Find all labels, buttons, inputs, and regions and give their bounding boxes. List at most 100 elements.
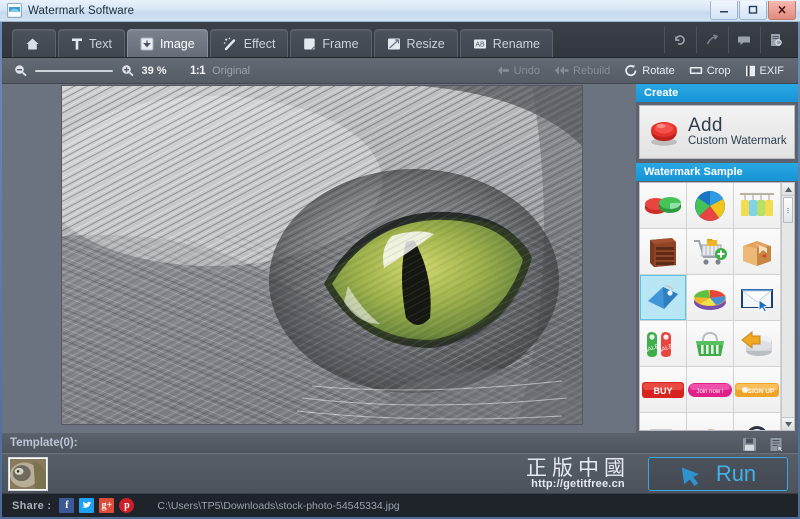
tab-label-text: Text (89, 36, 112, 51)
save-actions (742, 437, 784, 452)
toolbar-actions: Undo Rebuild Rotate Crop EXIF (497, 64, 798, 77)
red-stamp-button-icon (646, 117, 682, 147)
undo-button[interactable]: Undo (497, 65, 540, 77)
scroll-down-icon[interactable] (782, 417, 794, 430)
sample-pie-chart-3d-red-green-icon[interactable] (640, 183, 687, 229)
tab-image[interactable]: Image (126, 29, 208, 57)
photo-artwork (62, 86, 582, 424)
watermark-sample-header: Watermark Sample (636, 163, 798, 181)
run-button[interactable]: Run (648, 457, 788, 491)
tab-frame[interactable]: Frame (290, 29, 372, 57)
cat-photo-thumbnail[interactable] (8, 457, 48, 491)
exif-label: EXIF (759, 64, 784, 77)
home-icon (25, 37, 40, 51)
sample-sign-up-button-orange[interactable]: SIGN UP (734, 367, 781, 413)
crop-label: Crop (706, 64, 731, 77)
save-as-icon[interactable] (769, 437, 784, 452)
one-to-one-button[interactable]: 1:1 (190, 65, 206, 77)
save-floppy-icon[interactable] (742, 437, 757, 452)
undo-history-icon[interactable] (664, 27, 694, 53)
sample-shopping-cart-add-icon[interactable] (687, 229, 734, 275)
resize-icon (387, 37, 401, 51)
watermark-chinese-text: 正版中國 (526, 456, 630, 480)
sample-scrollbar[interactable] (781, 183, 794, 430)
facebook-icon[interactable]: f (59, 498, 75, 513)
template-label: Template(0): (10, 437, 78, 449)
sample-shopping-basket-green-icon[interactable] (687, 321, 734, 367)
redo-share-icon[interactable] (696, 27, 726, 53)
svg-text:SIGN UP: SIGN UP (748, 388, 775, 395)
tab-label-effect: Effect (243, 36, 276, 51)
svg-text:Join now !: Join now ! (696, 389, 723, 395)
add-custom-watermark-button[interactable]: Add Custom Watermark (639, 105, 795, 159)
sample-sale-tags-hanging-icon[interactable] (734, 183, 781, 229)
sample-cardboard-box-icon[interactable] (734, 229, 781, 275)
sample-sale-door-tags-icon[interactable]: SALE SALE (640, 321, 687, 367)
tab-rename[interactable]: AB Rename (459, 29, 554, 57)
svg-text:AB: AB (475, 41, 485, 48)
comment-icon[interactable] (728, 27, 758, 53)
window-controls (709, 1, 796, 20)
sample-hand-icon[interactable] (687, 413, 734, 430)
add-watermark-text: Add Custom Watermark (688, 116, 787, 148)
sample-pie-chart-blue-icon[interactable] (687, 183, 734, 229)
svg-text:BUY: BUY (653, 386, 672, 396)
sample-eye-ball-icon[interactable] (734, 413, 781, 430)
sample-camera-icon[interactable] (640, 413, 687, 430)
file-path-text: C:\Users\TP5\Downloads\stock-photo-54545… (157, 499, 400, 512)
tab-home[interactable] (12, 29, 56, 57)
tab-label-resize: Resize (406, 36, 445, 51)
rebuild-label: Rebuild (572, 64, 611, 77)
cat-eye-grayscale-photo[interactable] (62, 86, 582, 424)
watermark-sample-list[interactable]: SALE SALE BUY Join now ! SIGN UP (639, 182, 795, 431)
sample-database-gold-arrow-icon[interactable] (734, 321, 781, 367)
close-icon[interactable] (768, 1, 796, 20)
tab-label-image: Image (159, 36, 195, 51)
register-icon[interactable] (760, 27, 790, 53)
exif-button[interactable]: EXIF (745, 65, 784, 77)
pinterest-icon[interactable]: p (119, 498, 135, 513)
image-canvas[interactable] (2, 84, 636, 433)
scroll-up-icon[interactable] (782, 183, 794, 196)
zoom-in-icon[interactable] (121, 64, 134, 77)
rotate-button[interactable]: Rotate (624, 64, 675, 77)
watermark-panel: Create Add Custom Watermark Watermark Sa… (636, 84, 798, 433)
app-image-icon (7, 3, 22, 18)
tab-label-frame: Frame (322, 36, 359, 51)
sample-server-rack-icon[interactable] (640, 229, 687, 275)
zoom-out-icon[interactable] (14, 64, 27, 77)
crop-button[interactable]: Crop (689, 65, 731, 77)
sample-envelope-mail-cursor-icon[interactable] (734, 275, 781, 321)
undo-label: Undo (513, 64, 540, 77)
watermark-url: http://getitfree.cn (531, 478, 625, 490)
text-t-icon (71, 37, 83, 51)
original-label: Original (212, 64, 251, 77)
zoom-slider[interactable] (35, 69, 113, 72)
rebuild-button[interactable]: Rebuild (554, 65, 610, 77)
image-icon (140, 37, 154, 51)
magic-wand-icon (223, 37, 238, 51)
scrollbar-thumb[interactable] (783, 197, 793, 223)
window-title: Watermark Software (28, 4, 135, 17)
maximize-icon[interactable] (739, 1, 767, 20)
twitter-icon[interactable] (79, 498, 95, 513)
add-title: Add (688, 115, 723, 136)
sample-blue-price-tag-icon[interactable] (640, 275, 687, 321)
thumbnail-artwork (10, 459, 46, 489)
frame-icon (303, 37, 316, 51)
minimize-icon[interactable] (710, 1, 738, 20)
zoom-percent-value: 39 % (141, 64, 167, 77)
template-label-bar: Template(0): (2, 433, 798, 453)
image-toolbar: 39 % 1:1 Original Undo Rebuild Rotate Cr… (2, 58, 798, 84)
tab-text[interactable]: Text (58, 29, 125, 57)
sample-pie-chart-colorful-icon[interactable] (687, 275, 734, 321)
sample-join-now-button-pink[interactable]: Join now ! (687, 367, 734, 413)
share-label: Share : (12, 499, 52, 512)
rename-icon: AB (473, 37, 487, 51)
titlebar-tool-group (664, 27, 798, 57)
googleplus-icon[interactable]: g+ (99, 498, 115, 513)
site-watermark: 正版中國 http://getitfree.cn (526, 457, 630, 490)
tab-effect[interactable]: Effect (209, 29, 289, 57)
sample-buy-button-red[interactable]: BUY (640, 367, 687, 413)
tab-resize[interactable]: Resize (373, 29, 458, 57)
